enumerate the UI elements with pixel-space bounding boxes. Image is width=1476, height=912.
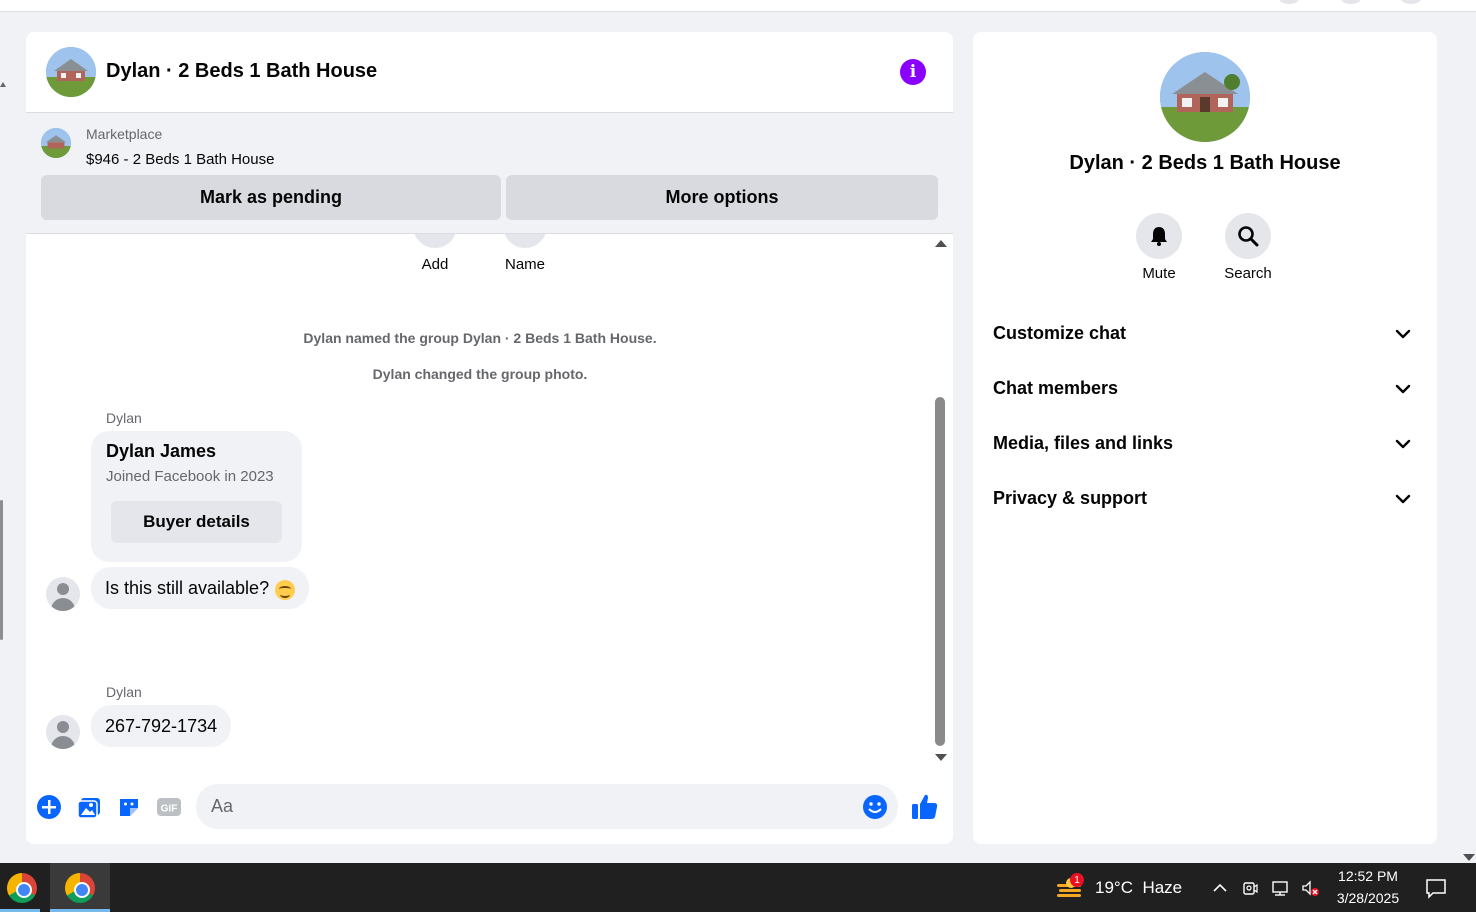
weather-temperature: 19°C [1095, 878, 1133, 897]
camera-icon[interactable] [1240, 878, 1260, 898]
system-message: Dylan named the group Dylan · 2 Beds 1 B… [303, 330, 657, 346]
name-group-button[interactable] [503, 234, 547, 248]
chat-details-panel: Dylan · 2 Beds 1 Bath House Mute Search … [973, 32, 1437, 844]
marketplace-label: Marketplace [86, 126, 163, 142]
add-member-button[interactable] [413, 234, 457, 248]
network-icon[interactable] [1270, 878, 1290, 898]
chevron-down-icon [1395, 439, 1411, 449]
group-photo[interactable] [1160, 52, 1250, 142]
notification-center-icon[interactable] [1424, 876, 1448, 900]
section-media-files-links[interactable]: Media, files and links [983, 421, 1427, 467]
message-sender: Dylan [106, 410, 142, 426]
avatar-body [51, 736, 75, 749]
marketplace-listing-bar: Marketplace $946 - 2 Beds 1 Bath House M… [26, 113, 953, 234]
left-edge-arrow-icon [0, 82, 6, 87]
chat-title[interactable]: Dylan · 2 Beds 1 Bath House [106, 60, 377, 83]
search-button[interactable] [1225, 213, 1271, 259]
house-photo-icon [1160, 52, 1250, 142]
top-avatar-icon[interactable] [1400, 0, 1422, 4]
section-label: Privacy & support [993, 488, 1148, 508]
info-icon[interactable]: i [900, 59, 926, 85]
more-options-button[interactable]: More options [506, 175, 938, 220]
thread-scrollbar[interactable] [933, 234, 948, 769]
weather-condition: Haze [1142, 878, 1183, 897]
section-customize-chat[interactable]: Customize chat [983, 311, 1427, 357]
mute-button[interactable] [1136, 213, 1182, 259]
buyer-name[interactable]: Dylan James [106, 441, 216, 462]
taskbar-chrome-app[interactable] [50, 863, 110, 912]
chat-header: Dylan · 2 Beds 1 Bath House i [26, 32, 953, 113]
chevron-up-icon[interactable] [1210, 878, 1230, 898]
message-input[interactable] [196, 784, 898, 829]
chrome-icon [65, 872, 95, 903]
scroll-down-arrow-icon[interactable] [935, 754, 947, 761]
message-composer: GIF [26, 776, 953, 844]
details-title: Dylan · 2 Beds 1 Bath House [1069, 152, 1341, 174]
buyer-profile-card: Dylan James Joined Facebook in 2023 Buye… [91, 431, 302, 562]
message-bubble[interactable]: 267-792-1734 [91, 705, 232, 747]
chevron-down-icon [1395, 384, 1411, 394]
chrome-icon [7, 872, 37, 903]
bell-icon [1151, 227, 1167, 246]
message-text: Is this still available? [105, 577, 270, 598]
clock-date[interactable]: 3/28/2025 [1330, 890, 1406, 906]
photo-icon[interactable] [76, 794, 102, 820]
top-avatar-icon[interactable] [1278, 0, 1300, 4]
search-label: Search [1224, 265, 1272, 282]
windows-taskbar: 1 19°C Haze 12:52 PM 3/28/2025 [0, 863, 1476, 912]
search-icon [1238, 226, 1259, 247]
plus-circle-icon[interactable] [36, 794, 62, 820]
scroll-down-arrow-icon[interactable] [1463, 854, 1475, 861]
avatar-head [57, 721, 69, 733]
listing-price-title[interactable]: $946 - 2 Beds 1 Bath House [86, 151, 274, 168]
left-edge-scroll-mark [0, 500, 3, 640]
taskbar-chrome-profile-app[interactable] [0, 863, 44, 912]
scroll-up-arrow-icon[interactable] [935, 240, 947, 247]
weather-badge: 1 [1070, 873, 1084, 887]
message-bubble[interactable]: Is this still available? [91, 567, 310, 609]
section-label: Media, files and links [993, 433, 1174, 453]
mute-label: Mute [1142, 265, 1176, 282]
chevron-down-icon [1395, 494, 1411, 504]
svg-text:GIF: GIF [161, 804, 178, 815]
avatar-head [57, 583, 69, 595]
house-photo-icon [41, 128, 71, 158]
volume-muted-icon[interactable] [1300, 878, 1320, 898]
chat-panel: Dylan · 2 Beds 1 Bath House i Marketplac… [26, 32, 953, 844]
sticker-icon[interactable] [116, 794, 142, 820]
gif-icon[interactable]: GIF [156, 794, 182, 820]
chevron-down-icon [1395, 329, 1411, 339]
mark-as-pending-button[interactable]: Mark as pending [41, 175, 501, 220]
message-sender: Dylan [106, 684, 142, 700]
emoji-icon[interactable] [862, 794, 888, 820]
browser-top-strip [0, 0, 1476, 12]
name-label: Name [504, 256, 545, 273]
sender-avatar[interactable] [46, 715, 80, 749]
message-thread[interactable]: Add Name Dylan named the group Dylan · 2… [26, 234, 953, 776]
house-photo-icon [46, 47, 96, 97]
message-text: 267-792-1734 [105, 715, 218, 736]
section-label: Customize chat [993, 323, 1127, 343]
thumbs-up-icon[interactable] [910, 792, 940, 822]
page-scrollbar[interactable] [1460, 12, 1476, 863]
buyer-details-button[interactable]: Buyer details [111, 501, 282, 543]
top-avatar-icon[interactable] [1340, 0, 1362, 4]
listing-thumbnail[interactable] [41, 128, 71, 158]
smiling-face-emoji-icon [275, 580, 296, 600]
system-message: Dylan changed the group photo. [372, 366, 588, 382]
sender-avatar[interactable] [46, 577, 80, 611]
group-avatar[interactable] [46, 47, 96, 97]
weather-text[interactable]: 19°C Haze [1095, 878, 1182, 898]
buyer-joined-text: Joined Facebook in 2023 [106, 468, 274, 485]
section-chat-members[interactable]: Chat members [983, 366, 1427, 412]
clock-time[interactable]: 12:52 PM [1330, 868, 1406, 884]
scrollbar-thumb[interactable] [935, 397, 945, 746]
section-privacy-support[interactable]: Privacy & support [983, 476, 1427, 522]
avatar-body [51, 598, 75, 611]
section-label: Chat members [993, 378, 1119, 398]
add-label: Add [421, 256, 449, 273]
